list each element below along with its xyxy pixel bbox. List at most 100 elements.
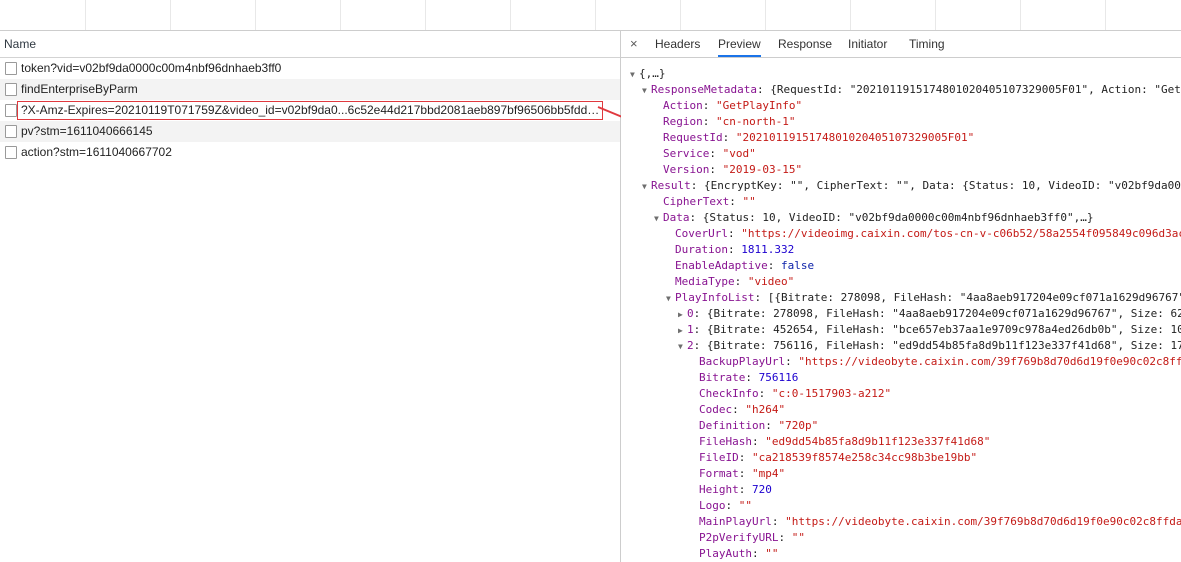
json-value: "2021011915174801020405107329005F01" — [735, 131, 975, 144]
json-colon: : — [709, 147, 723, 160]
json-colon: : — [727, 227, 742, 240]
json-value: {Bitrate: 278098, FileHash: "4aa8aeb9172… — [706, 307, 1181, 320]
json-key: Height — [699, 483, 739, 496]
json-colon: : — [738, 467, 752, 480]
tab-preview[interactable]: Preview — [718, 31, 761, 57]
json-value: 720 — [752, 483, 772, 496]
json-tree-node: P2pVerifyURL: "" — [690, 530, 805, 546]
triangle-right-icon[interactable]: ▶ — [678, 307, 687, 323]
request-name: token?vid=v02bf9da0000c00m4nbf96dnhaeb3f… — [21, 61, 282, 75]
json-colon: : — [758, 387, 772, 400]
json-tree-node: FileID: "ca218539f8574e258c34cc98b3be19b… — [690, 450, 977, 466]
tab-response[interactable]: Response — [778, 31, 832, 57]
triangle-down-icon[interactable]: ▼ — [642, 179, 651, 195]
json-colon: : — [702, 99, 716, 112]
json-root: {,…} — [639, 67, 666, 80]
request-row-checkbox[interactable] — [5, 146, 17, 159]
json-tree-node: Region: "cn-north-1" — [654, 114, 795, 130]
json-tree-node: PlayAuth: "" — [690, 546, 778, 562]
triangle-right-icon[interactable]: ▶ — [678, 323, 687, 339]
request-row[interactable]: pv?stm=1611040666145 — [0, 121, 620, 142]
timeline-gridline — [765, 0, 766, 30]
json-key: ResponseMetadata — [651, 83, 757, 96]
timeline-gridline — [510, 0, 511, 30]
triangle-down-icon[interactable]: ▼ — [630, 67, 639, 83]
json-key: MainPlayUrl — [699, 515, 772, 528]
json-colon: : — [771, 515, 786, 528]
triangle-down-icon[interactable]: ▼ — [654, 211, 663, 227]
json-tree-node[interactable]: ▶ 1: {Bitrate: 452654, FileHash: "bce657e… — [678, 322, 1181, 338]
json-key: Version — [663, 163, 710, 176]
triangle-down-icon[interactable]: ▼ — [642, 83, 651, 99]
timeline-gridline — [850, 0, 851, 30]
json-tree-node[interactable]: ▼ Data: {Status: 10, VideoID: "v02bf9da00… — [654, 210, 1093, 226]
json-colon: : — [778, 531, 792, 544]
request-row[interactable]: findEnterpriseByParm — [0, 79, 620, 100]
request-row-checkbox[interactable] — [5, 125, 17, 138]
request-row-checkbox[interactable] — [5, 104, 17, 117]
timeline-gridline — [170, 0, 171, 30]
timeline-gridline — [255, 0, 256, 30]
request-row[interactable]: token?vid=v02bf9da0000c00m4nbf96dnhaeb3f… — [0, 58, 620, 79]
json-value: "" — [791, 531, 805, 544]
request-row-checkbox[interactable] — [5, 83, 17, 96]
detail-tab-bar: × Headers Preview Response Initiator Tim… — [621, 31, 1181, 58]
tab-timing[interactable]: Timing — [909, 31, 945, 57]
json-tree-node[interactable]: ▶ 0: {Bitrate: 278098, FileHash: "4aa8aeb… — [678, 306, 1181, 322]
json-key: Duration — [675, 243, 728, 256]
tab-headers[interactable]: Headers — [655, 31, 700, 57]
json-colon: : — [767, 259, 781, 272]
json-value: "h264" — [745, 403, 786, 416]
json-key: 2 — [687, 339, 694, 352]
json-colon: : — [727, 243, 742, 256]
json-key: RequestId — [663, 131, 723, 144]
json-tree-node: Codec: "h264" — [690, 402, 785, 418]
json-key: P2pVerifyURL — [699, 531, 779, 544]
request-row-checkbox[interactable] — [5, 62, 17, 75]
json-value: "https://videobyte.caixin.com/39f769b8d7… — [798, 355, 1181, 368]
network-timeline-overview[interactable] — [0, 0, 1181, 31]
json-colon: : — [693, 339, 707, 352]
request-name: action?stm=1611040667702 — [21, 145, 172, 159]
json-key: Result — [651, 179, 691, 192]
json-colon: : — [751, 435, 766, 448]
json-tree-node: Version: "2019-03-15" — [654, 162, 802, 178]
request-row[interactable]: ?X-Amz-Expires=20210119T071759Z&video_id… — [0, 100, 620, 121]
tab-initiator[interactable]: Initiator — [848, 31, 887, 57]
json-tree-node: Format: "mp4" — [690, 466, 785, 482]
request-name: pv?stm=1611040666145 — [21, 124, 153, 138]
json-tree-node: MainPlayUrl: "https://videobyte.caixin.c… — [690, 514, 1181, 530]
json-tree-node: Service: "vod" — [654, 146, 756, 162]
json-key: BackupPlayUrl — [699, 355, 786, 368]
json-colon: : — [754, 291, 768, 304]
request-list-panel: Name token?vid=v02bf9da0000c00m4nbf96dnh… — [0, 31, 620, 562]
triangle-down-icon[interactable]: ▼ — [678, 339, 687, 355]
json-tree-node[interactable]: ▼ Result: {EncryptKey: "", CipherText: ""… — [642, 178, 1181, 194]
json-tree-node[interactable]: ▼ ResponseMetadata: {RequestId: "20210119… — [642, 82, 1181, 98]
request-row[interactable]: action?stm=1611040667702 — [0, 142, 620, 163]
json-value: false — [780, 259, 815, 272]
json-tree-node[interactable]: ▼ 2: {Bitrate: 756116, FileHash: "ed9dd54… — [678, 338, 1181, 354]
json-value: "vod" — [722, 147, 756, 160]
json-key: FileID — [699, 451, 739, 464]
json-tree-node: FileHash: "ed9dd54b85fa8d9b11f123e337f41… — [690, 434, 990, 450]
timeline-gridline — [340, 0, 341, 30]
json-key: FileHash — [699, 435, 752, 448]
json-key: PlayInfoList — [675, 291, 755, 304]
close-icon[interactable]: × — [630, 36, 638, 51]
timeline-gridline — [425, 0, 426, 30]
timeline-gridline — [935, 0, 936, 30]
json-value: "mp4" — [752, 467, 786, 480]
timeline-gridline — [1105, 0, 1106, 30]
json-colon: : — [729, 195, 743, 208]
json-value: "video" — [747, 275, 795, 288]
timeline-gridline — [1020, 0, 1021, 30]
json-key: Logo — [699, 499, 726, 512]
json-key: CoverUrl — [675, 227, 728, 240]
json-tree-node[interactable]: ▼ {,…} — [630, 66, 666, 82]
json-tree-node[interactable]: ▼ PlayInfoList: [{Bitrate: 278098, FileHa… — [666, 290, 1181, 306]
json-key: CheckInfo — [699, 387, 759, 400]
triangle-down-icon[interactable]: ▼ — [666, 291, 675, 307]
name-column-header[interactable]: Name — [0, 31, 620, 58]
json-value: [{Bitrate: 278098, FileHash: "4aa8aeb917… — [767, 291, 1181, 304]
